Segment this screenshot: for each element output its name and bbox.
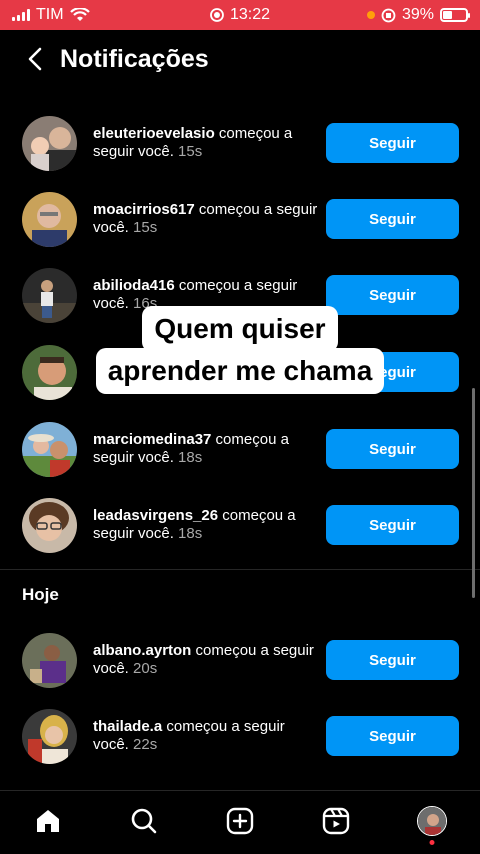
follow-button[interactable]: Seguir (326, 199, 459, 239)
tab-search[interactable] (124, 801, 164, 841)
notification-row: albano.ayrton começou a seguir você. 20s… (0, 622, 480, 698)
header: Notificações (0, 30, 480, 88)
battery-percent: 39% (401, 6, 434, 23)
reels-icon (322, 807, 350, 834)
timestamp: 15s (133, 219, 158, 236)
tab-create[interactable] (220, 801, 260, 841)
notification-text: albano.ayrton começou a seguir você. 20s (93, 642, 318, 678)
search-icon (131, 808, 157, 833)
signal-icon (12, 9, 30, 21)
username[interactable]: leadasvirgens_26 (93, 507, 218, 524)
follow-button[interactable]: Seguir (326, 640, 459, 680)
notifications-feed[interactable]: eleuterioevelasio começou a seguir você.… (0, 88, 480, 790)
follow-button[interactable]: Seguir (326, 275, 459, 315)
older-man-avatar[interactable] (22, 191, 77, 247)
back-arrow-icon[interactable] (22, 45, 50, 73)
tab-home[interactable] (28, 801, 68, 841)
carrier-label: TIM (36, 6, 64, 23)
profile-avatar (417, 805, 447, 836)
notification-text: leadasvirgens_26 começou a seguir você. … (93, 507, 318, 543)
notification-row: leadasvirgens_26 começou a seguir você. … (0, 487, 480, 563)
tab-reels[interactable] (316, 801, 356, 841)
battery-icon (440, 8, 470, 22)
notification-text: thailade.a começou a seguir você. 22s (93, 718, 318, 754)
notification-row: moacirrios617 começou a seguir você. 15s… (0, 181, 480, 257)
notification-text: eleuterioevelasio começou a seguir você.… (93, 125, 318, 161)
follow-button[interactable]: Seguir (326, 505, 459, 545)
timestamp: 16s (133, 295, 158, 312)
couple-avatar[interactable] (22, 421, 77, 477)
blonde-woman-avatar[interactable] (22, 708, 77, 764)
notification-row: marciomedina37 começou a seguir você. 18… (0, 411, 480, 487)
username[interactable]: albano.ayrton (93, 642, 191, 659)
follow-button[interactable]: Seguir (326, 123, 459, 163)
username[interactable]: marciomedina37 (93, 431, 211, 448)
notification-text: marciomedina37 começou a seguir você. 18… (93, 431, 318, 467)
status-left: TIM (12, 6, 90, 24)
follow-button[interactable]: Seguir (326, 352, 459, 392)
recording-icon (210, 8, 224, 22)
orientation-lock-icon (381, 8, 396, 22)
section-title-today: Hoje (22, 585, 59, 604)
mic-indicator-icon (366, 11, 375, 19)
create-icon (226, 807, 254, 834)
man-outdoors-avatar[interactable] (22, 267, 77, 323)
scrollbar[interactable] (472, 388, 475, 598)
status-bar: TIM 13:22 39% (0, 0, 480, 30)
notification-text: moacirrios617 começou a seguir você. 15s (93, 201, 318, 237)
home-icon (37, 809, 59, 832)
notification-row: eleuterioevelasio começou a seguir você.… (0, 105, 480, 181)
section-divider (0, 569, 480, 570)
username[interactable]: thailade.a (93, 718, 162, 735)
username[interactable]: eleuterioevelasio (93, 125, 215, 142)
woman-glasses-avatar[interactable] (22, 497, 77, 553)
notification-dot (429, 839, 435, 845)
wifi-icon (69, 8, 90, 21)
bottom-tab-bar (0, 790, 480, 854)
tab-profile[interactable] (412, 801, 452, 845)
notification-row: thailade.a começou a seguir você. 22s Se… (0, 698, 480, 774)
smiling-man-avatar[interactable] (22, 344, 77, 400)
username[interactable]: moacirrios617 (93, 201, 195, 218)
follow-button[interactable]: Seguir (326, 716, 459, 756)
follow-button[interactable]: Seguir (326, 429, 459, 469)
timestamp: 20s (133, 660, 158, 677)
man-with-child-avatar[interactable] (22, 115, 77, 171)
clock: 13:22 (229, 6, 271, 23)
username[interactable]: abilioda416 (93, 277, 175, 294)
man-purple-shirt-avatar[interactable] (22, 632, 77, 688)
timestamp: 22s (133, 736, 158, 753)
notification-text: abilioda416 começou a seguir você. 16s (93, 277, 318, 313)
page-title: Notificações (60, 44, 209, 73)
notification-row: abilioda416 começou a seguir você. 16s S… (0, 257, 480, 333)
notification-row: Seguir (0, 334, 480, 410)
timestamp: 18s (178, 525, 203, 542)
timestamp: 18s (178, 449, 203, 466)
timestamp: 15s (178, 143, 203, 160)
status-right: 39% (366, 6, 470, 24)
status-center: 13:22 (210, 6, 270, 24)
